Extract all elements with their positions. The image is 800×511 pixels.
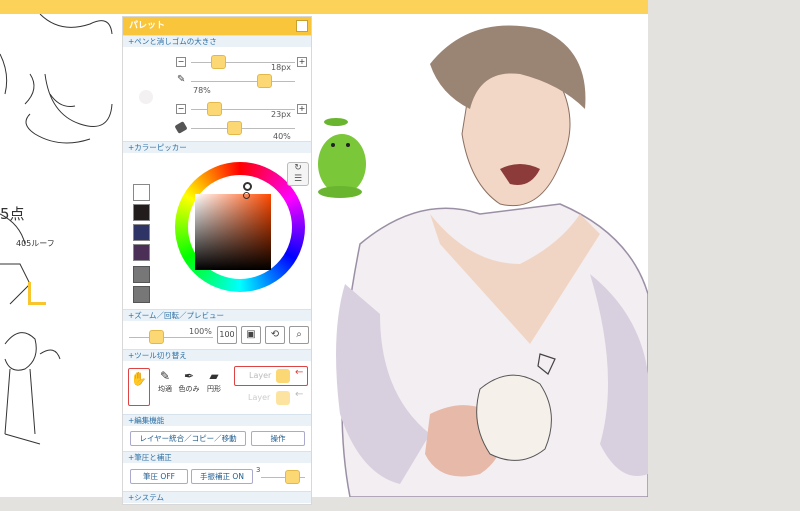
eraser-tool-icon: ▰	[209, 369, 219, 383]
layer-merge-copy-move-button[interactable]: レイヤー統合／コピー／移動	[130, 431, 246, 446]
rotate-reset-icon[interactable]: ⟲	[265, 326, 285, 344]
eraser-icon	[174, 121, 188, 134]
hand-tool-button[interactable]: ✋	[128, 368, 150, 406]
tool-switch-area: ✋ ✎ 均適 ✒ 色のみ ▰ 円形 Layer ← Layer ←	[123, 362, 311, 420]
pen-tool-label: 均適	[158, 385, 172, 393]
character-illustration	[336, 25, 648, 497]
eraser-tool-button[interactable]: ▰ 円形	[203, 368, 225, 402]
zoom-slider-knob[interactable]	[149, 330, 164, 344]
add-swatch-icon[interactable]	[133, 266, 150, 283]
palette-panel: パレット +ペンと消しゴムの大きさ − + 18px ✎ 78% − + 23p…	[122, 16, 312, 505]
pen-opacity-slider-track[interactable]	[191, 81, 295, 82]
color-only-tool-button[interactable]: ✒ 色のみ	[178, 368, 200, 402]
section-zoom[interactable]: +ズーム／回転／プレビュー	[123, 309, 311, 321]
drawing-canvas[interactable]: 5点 405ルーフ	[0, 14, 648, 497]
section-pressure[interactable]: +筆圧と補正	[123, 451, 311, 463]
section-edit[interactable]: +編集機能	[123, 414, 311, 426]
section-pen-size[interactable]: +ペンと消しゴムの大きさ	[123, 35, 311, 47]
stabilizer-slider-knob[interactable]	[285, 470, 300, 484]
stabilizer-value: 3	[256, 466, 261, 474]
layer-1-knob[interactable]	[276, 369, 290, 383]
stabilizer-toggle-button[interactable]: 手振補正 ON	[191, 469, 253, 484]
section-system[interactable]: +システム	[123, 491, 311, 503]
eraser-opacity-value: 40%	[273, 132, 291, 141]
eraser-tool-label: 円形	[207, 385, 221, 393]
eyedropper-toggle-icon[interactable]: ↻ ☰	[287, 162, 309, 186]
pen-size-plus-button[interactable]: +	[297, 57, 307, 67]
pressure-toggle-button[interactable]: 筆圧 OFF	[130, 469, 188, 484]
pen-icon: ✎	[177, 74, 186, 85]
preview-zoom-icon[interactable]: ⌕	[289, 326, 309, 344]
color-swatch-purple[interactable]	[133, 244, 150, 261]
brush-preview	[139, 90, 153, 104]
pen-size-area: − + 18px ✎ 78% − + 23px 40%	[123, 48, 311, 156]
dropper-tool-icon: ✒	[183, 369, 195, 383]
color-only-tool-label: 色のみ	[178, 385, 200, 393]
pen-size-slider-knob[interactable]	[211, 55, 226, 69]
zoom-slider-track[interactable]	[129, 337, 213, 338]
hand-icon: ✋	[130, 372, 148, 387]
top-toolbar	[0, 0, 800, 14]
fit-screen-icon[interactable]: ▣	[241, 326, 261, 344]
palette-titlebar[interactable]: パレット	[123, 17, 311, 35]
operate-button[interactable]: 操作	[251, 431, 305, 446]
color-cursor[interactable]	[243, 192, 250, 199]
zoom-value: 100%	[189, 327, 212, 336]
color-swatch-white[interactable]	[133, 184, 150, 201]
eraser-size-plus-button[interactable]: +	[297, 104, 307, 114]
layer-2-arrow-icon: ←	[295, 389, 304, 400]
sketch-note-1: 5点	[0, 205, 25, 223]
layer-2-knob[interactable]	[276, 391, 290, 405]
pen-tool-button[interactable]: ✎ 均適	[154, 368, 176, 402]
section-tool-switch[interactable]: +ツール切り替え	[123, 349, 311, 361]
palette-close-button[interactable]	[296, 20, 308, 32]
sketch-note-2: 405ルーフ	[16, 239, 55, 248]
toolbar-blank-area	[648, 0, 800, 14]
canvas-artwork: 5点 405ルーフ	[0, 14, 648, 497]
pen-size-value: 18px	[271, 63, 291, 72]
pen-size-minus-button[interactable]: −	[176, 57, 186, 67]
color-picker-area: ↻ ☰	[123, 154, 311, 312]
eraser-size-value: 23px	[271, 110, 291, 119]
hue-cursor[interactable]	[243, 182, 252, 191]
pen-opacity-value: 78%	[193, 86, 211, 95]
palette-title: パレット	[129, 21, 166, 31]
color-swatch-black[interactable]	[133, 204, 150, 221]
eraser-opacity-slider-knob[interactable]	[227, 121, 242, 135]
saturation-value-square[interactable]	[195, 194, 271, 270]
section-color-picker[interactable]: +カラーピッカー	[123, 141, 311, 153]
color-swatch-navy[interactable]	[133, 224, 150, 241]
pen-opacity-slider-knob[interactable]	[257, 74, 272, 88]
zoom-100-button[interactable]: 100	[217, 326, 237, 344]
eraser-size-slider-knob[interactable]	[207, 102, 222, 116]
green-mascot	[318, 118, 366, 198]
layer-1-arrow-icon: ←	[295, 367, 304, 378]
pen-tool-icon: ✎	[159, 369, 171, 383]
eraser-opacity-slider-track[interactable]	[191, 128, 295, 129]
eraser-size-minus-button[interactable]: −	[176, 104, 186, 114]
swatch-grid-icon[interactable]	[133, 286, 150, 303]
